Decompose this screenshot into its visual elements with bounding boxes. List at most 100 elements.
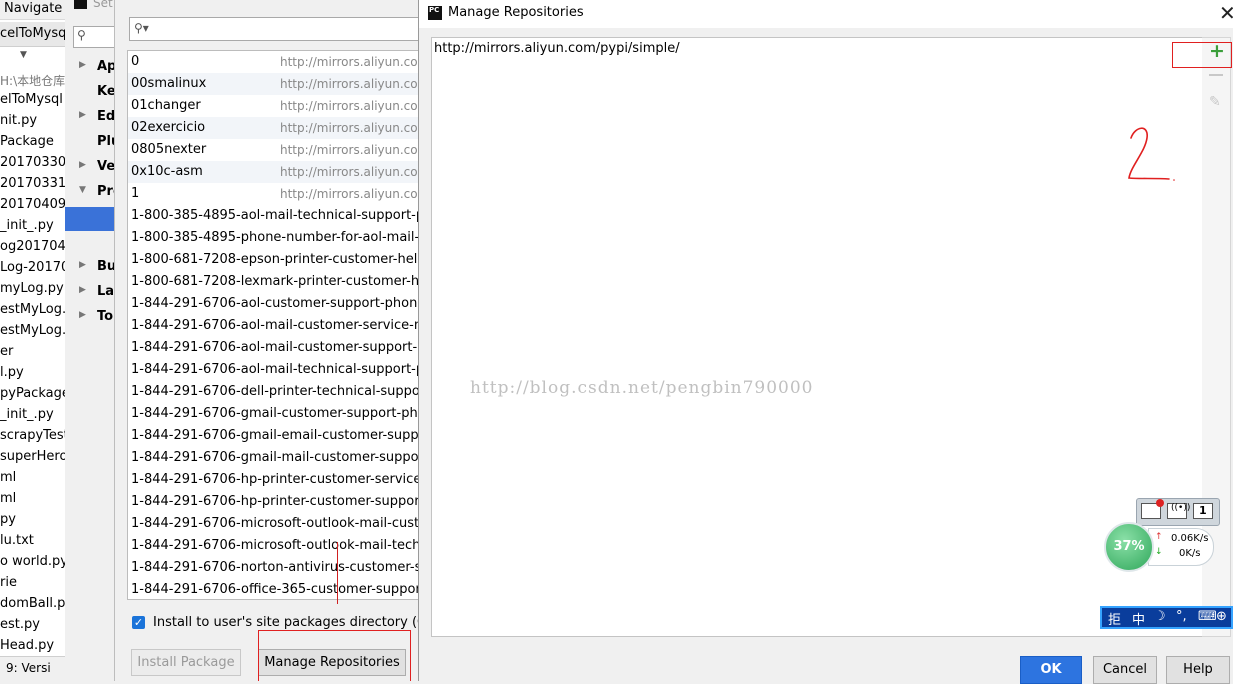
- repository-list[interactable]: http://mirrors.aliyun.com/pypi/simple/ h…: [431, 37, 1204, 637]
- edit-icon[interactable]: ✎: [1209, 94, 1221, 110]
- project-file[interactable]: ml: [0, 491, 16, 506]
- version-control-tab[interactable]: 9: Versi: [0, 656, 65, 681]
- project-file[interactable]: er: [0, 344, 13, 359]
- ime-keyboard-icon[interactable]: ⌨: [1198, 609, 1217, 624]
- network-monitor-widget[interactable]: ((•)) 1 ↑ 0.06K/s ↓ 0K/s 37%: [1102, 498, 1220, 574]
- package-row[interactable]: 1-844-291-6706-gmail-mail-customer-suppo…: [128, 447, 420, 469]
- package-row[interactable]: 1-844-291-6706-aol-mail-customer-service…: [128, 315, 420, 337]
- memory-usage-ball[interactable]: 37%: [1104, 522, 1154, 572]
- network-icon[interactable]: [1141, 499, 1164, 519]
- dialog-title: Manage Repositories: [448, 5, 584, 20]
- manage-repositories-dialog: PC Manage Repositories ✕ http://mirrors.…: [418, 0, 1233, 684]
- collapse-arrow-icon[interactable]: ▼: [20, 50, 27, 60]
- package-name: 1-844-291-6706-norton-antivirus-customer…: [131, 560, 420, 575]
- project-file[interactable]: scrapyTest.p: [0, 428, 65, 443]
- settings-tree-label: To: [97, 309, 114, 324]
- package-row[interactable]: 1-844-291-6706-hp-printer-customer-servi…: [128, 469, 420, 491]
- upload-speed: 0.06K/s: [1171, 533, 1209, 544]
- package-row[interactable]: 1-844-291-6706-hp-printer-customer-suppo…: [128, 491, 420, 513]
- package-row[interactable]: 02exercicio http://mirrors.aliyun.com/: [128, 117, 420, 139]
- project-file[interactable]: nit.py: [0, 113, 37, 128]
- ime-settings-icon[interactable]: ⊕: [1216, 609, 1227, 624]
- remove-icon[interactable]: [1209, 74, 1223, 76]
- settings-title: Set: [93, 0, 113, 10]
- project-file[interactable]: pyPackage: [0, 386, 65, 401]
- package-row[interactable]: 00smalinux http://mirrors.aliyun.com/: [128, 73, 420, 95]
- ok-button[interactable]: OK: [1020, 656, 1082, 684]
- package-list[interactable]: 0 http://mirrors.aliyun.com/00smalinux htt…: [127, 50, 420, 600]
- project-file[interactable]: 20170409.lo: [0, 197, 65, 212]
- project-file[interactable]: l.py: [0, 365, 24, 380]
- package-row[interactable]: 1-844-291-6706-aol-mail-customer-support…: [128, 337, 420, 359]
- project-file[interactable]: Package: [0, 134, 54, 149]
- annotation-box: [1172, 42, 1232, 68]
- package-row[interactable]: 1-844-291-6706-norton-antivirus-customer…: [128, 557, 420, 579]
- package-name: 1-800-681-7208-epson-printer-customer-he…: [131, 252, 420, 267]
- install-user-site-checkbox[interactable]: ✓: [132, 616, 145, 629]
- project-file[interactable]: superHero.x: [0, 449, 65, 464]
- project-file[interactable]: 20170330.lo: [0, 155, 65, 170]
- help-button[interactable]: Help: [1166, 656, 1230, 684]
- user-count: 1: [1199, 504, 1207, 517]
- expand-arrow-icon: ▶: [79, 285, 86, 295]
- package-row[interactable]: 01changer http://mirrors.aliyun.com/: [128, 95, 420, 117]
- package-name: 02exercicio: [131, 120, 206, 135]
- package-row[interactable]: 1-844-291-6706-gmail-customer-support-ph…: [128, 403, 420, 425]
- project-file[interactable]: domBall.py: [0, 596, 65, 611]
- project-file[interactable]: estMyLog.lo: [0, 302, 65, 317]
- package-repo-url: http://mirrors.aliyun.com/: [280, 77, 420, 91]
- package-row[interactable]: 1-844-291-6706-office-365-customer-suppo…: [128, 579, 420, 599]
- project-file[interactable]: 20170331.lo: [0, 176, 65, 191]
- package-row[interactable]: 1 http://mirrors.aliyun.com/: [128, 183, 420, 205]
- project-file[interactable]: myLog.py: [0, 281, 64, 296]
- project-file[interactable]: Head.py: [0, 638, 54, 653]
- annotation-line: [337, 542, 338, 604]
- cancel-button[interactable]: Cancel: [1093, 656, 1157, 684]
- project-file[interactable]: _init_.py: [0, 218, 54, 233]
- package-row[interactable]: 0 http://mirrors.aliyun.com/: [128, 51, 420, 73]
- package-row[interactable]: 0x10c-asm http://mirrors.aliyun.com/: [128, 161, 420, 183]
- install-package-button[interactable]: Install Package: [131, 649, 241, 676]
- package-search-input[interactable]: ⚲▾: [129, 17, 420, 41]
- ime-logo-icon[interactable]: 拒: [1108, 609, 1121, 628]
- package-repo-url: http://mirrors.aliyun.com/: [280, 55, 420, 69]
- package-row[interactable]: 1-844-291-6706-gmail-email-customer-supp…: [128, 425, 420, 447]
- package-row[interactable]: 1-800-385-4895-phone-number-for-aol-mail…: [128, 227, 420, 249]
- package-row[interactable]: 0805nexter http://mirrors.aliyun.com/: [128, 139, 420, 161]
- ide-editor-tab[interactable]: celToMysql: [0, 22, 65, 47]
- wifi-icon[interactable]: ((•)): [1167, 503, 1190, 519]
- menu-navigate[interactable]: Navigate: [4, 1, 62, 16]
- project-file[interactable]: og2017040: [0, 239, 65, 254]
- package-name: 1-844-291-6706-hp-printer-customer-suppo…: [131, 494, 420, 509]
- project-file[interactable]: elToMysql: [0, 92, 63, 107]
- package-row[interactable]: 1-844-291-6706-aol-customer-support-phon…: [128, 293, 420, 315]
- user-count-icon[interactable]: 1: [1193, 503, 1213, 519]
- package-row[interactable]: 1-844-291-6706-microsoft-outlook-mail-te…: [128, 535, 420, 557]
- project-file[interactable]: ml: [0, 470, 16, 485]
- package-row[interactable]: 1-844-291-6706-microsoft-outlook-mail-cu…: [128, 513, 420, 535]
- project-file[interactable]: est.py: [0, 617, 40, 632]
- project-file[interactable]: py: [0, 512, 16, 527]
- package-row[interactable]: 1-800-681-7208-epson-printer-customer-he…: [128, 249, 420, 271]
- project-file[interactable]: _init_.py: [0, 407, 54, 422]
- project-file[interactable]: Log-201704: [0, 260, 65, 275]
- ime-punctuation-icon[interactable]: °,: [1176, 609, 1187, 624]
- expand-arrow-icon: ▶: [79, 260, 86, 270]
- search-icon: ⚲: [77, 28, 86, 42]
- ime-chinese-mode[interactable]: 中: [1132, 609, 1145, 628]
- project-file[interactable]: estMyLog.p: [0, 323, 65, 338]
- package-name: 1-844-291-6706-microsoft-outlook-mail-cu…: [131, 516, 420, 531]
- repository-item[interactable]: http://mirrors.aliyun.com/pypi/simple/: [434, 41, 680, 56]
- package-name: 0x10c-asm: [131, 164, 203, 179]
- project-file[interactable]: o world.py: [0, 554, 65, 569]
- package-row[interactable]: 1-800-385-4895-aol-mail-technical-suppor…: [128, 205, 420, 227]
- close-icon[interactable]: ✕: [1219, 2, 1233, 24]
- project-file[interactable]: rie: [0, 575, 17, 590]
- package-row[interactable]: 1-800-681-7208-lexmark-printer-customer-…: [128, 271, 420, 293]
- ime-fullwidth-icon[interactable]: ☽: [1154, 609, 1166, 624]
- project-file[interactable]: lu.txt: [0, 533, 34, 548]
- package-row[interactable]: 1-844-291-6706-aol-mail-technical-suppor…: [128, 359, 420, 381]
- package-row[interactable]: 1-844-291-6706-dell-printer-technical-su…: [128, 381, 420, 403]
- settings-tree-label: Ve: [97, 159, 116, 174]
- watermark-text: http://blog.csdn.net/pengbin790000: [470, 378, 814, 398]
